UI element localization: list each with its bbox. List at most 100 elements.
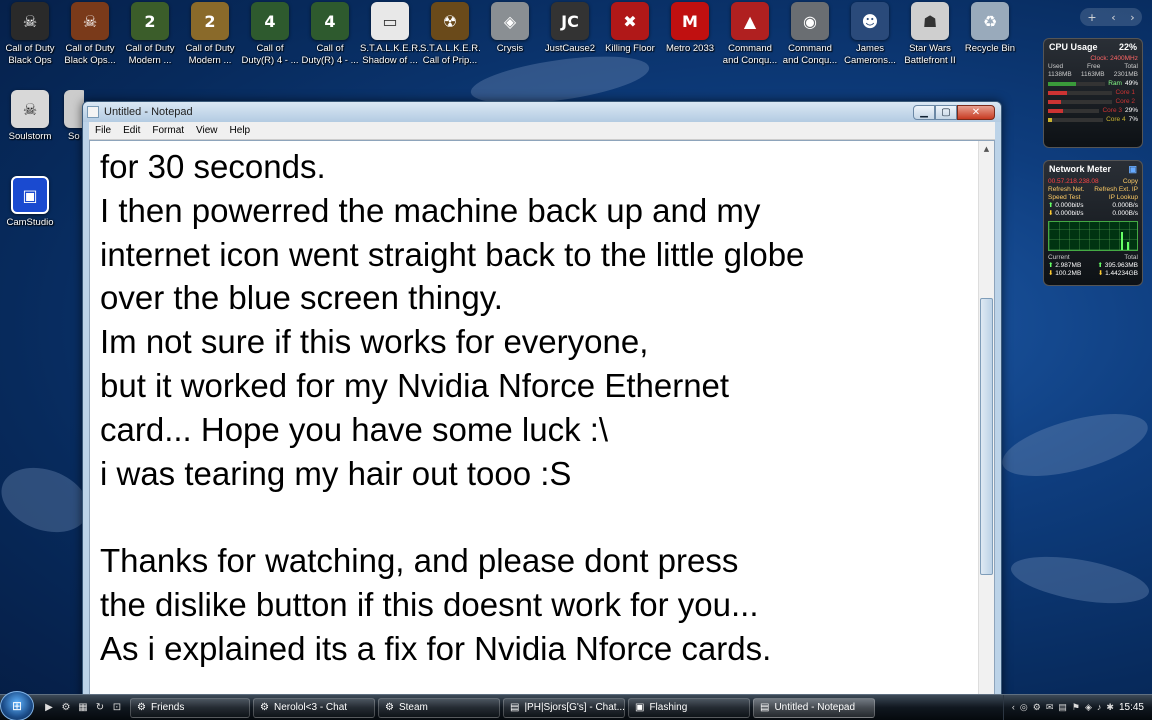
text-line: i was tearing my hair out tooo :S: [100, 454, 572, 492]
menu-help[interactable]: Help: [224, 125, 257, 136]
taskbar-button[interactable]: ⚙ Nerolol<3 - Chat: [253, 697, 375, 718]
notepad-icon: [87, 106, 99, 118]
vertical-scrollbar[interactable]: ▲: [978, 141, 994, 720]
tray-icon[interactable]: ♪: [1097, 702, 1102, 713]
minimize-button[interactable]: ▁: [913, 104, 935, 120]
tray-icon[interactable]: ⚙: [1033, 702, 1041, 713]
mem-free-label: Free: [1087, 63, 1101, 70]
desktop-icon-partial[interactable]: So: [58, 90, 84, 143]
next-icon[interactable]: ›: [1130, 11, 1134, 24]
desktop-icon[interactable]: M Metro 2033: [660, 2, 720, 55]
desktop-icon-label: Call of Duty: [65, 43, 115, 54]
ip-row: 00.57.218.238.08 Copy: [1044, 178, 1142, 186]
close-button[interactable]: ✕: [957, 104, 995, 120]
taskbar-button[interactable]: ▣ Flashing: [628, 697, 750, 718]
desktop-icon[interactable]: ☻ James Camerons...: [840, 2, 900, 67]
cpu-core-row: Core 2: [1044, 97, 1142, 106]
taskbar-button[interactable]: ⚙ Friends: [130, 697, 250, 718]
cpu-usage-gadget[interactable]: CPU Usage 22% Clock: 2400MHz Used Free T…: [1043, 38, 1143, 148]
desktop-icon[interactable]: ♻ Recycle Bin: [960, 2, 1020, 55]
notepad-window[interactable]: Untitled - Notepad ▁ ▢ ✕ File Edit Forma…: [82, 101, 1002, 720]
notepad-titlebar[interactable]: Untitled - Notepad ▁ ▢ ✕: [83, 102, 1001, 122]
desktop-icon-label: Call of Duty: [5, 43, 55, 54]
speed-row: Speed Test IP Lookup: [1044, 194, 1142, 202]
download-rate-row: ⬇ 0.000bit/s 0.000B/s: [1048, 210, 1138, 217]
refresh-net-link[interactable]: Refresh Net.: [1048, 186, 1085, 194]
quick-launch-icon[interactable]: ▶: [42, 701, 56, 715]
quick-launch-icon[interactable]: ⊡: [110, 701, 124, 715]
tray-icon[interactable]: ◎: [1020, 702, 1028, 713]
tray-icon[interactable]: ✉: [1046, 702, 1054, 713]
app-icon: M: [671, 2, 709, 40]
taskbar-button[interactable]: ▤ |PH|Sjors[G's] - Chat...: [503, 697, 625, 718]
text-line: Im not sure if this works for everyone,: [100, 323, 649, 361]
cpu-gadget-header: CPU Usage 22%: [1044, 39, 1142, 55]
tray-icon[interactable]: ⚑: [1072, 702, 1080, 713]
add-gadget-icon[interactable]: +: [1087, 11, 1096, 24]
maximize-button[interactable]: ▢: [935, 104, 957, 120]
tray-icon[interactable]: ▤: [1058, 702, 1067, 713]
desktop-icon[interactable]: 4 Call of Duty(R) 4 - ...: [300, 2, 360, 67]
previous-icon[interactable]: ‹: [1111, 11, 1115, 24]
speed-test-link[interactable]: Speed Test: [1048, 194, 1080, 202]
menu-format[interactable]: Format: [146, 125, 190, 136]
text-line: As i explained its a fix for Nvidia Nfor…: [100, 629, 772, 667]
text-line: card... Hope you have some luck :\: [100, 410, 609, 448]
clock[interactable]: 15:45: [1119, 702, 1144, 713]
sidebar-gadget-controls: + ‹ ›: [1080, 8, 1142, 26]
totals-up: ⬆ 2.987MB ⬆ 395.963MB: [1048, 262, 1138, 269]
desktop-icon[interactable]: JC JustCause2: [540, 2, 600, 55]
desktop-icon[interactable]: ✖ Killing Floor: [600, 2, 660, 55]
desktop-icon[interactable]: ☗ Star Wars Battlefront II: [900, 2, 960, 67]
partial-icon: [64, 90, 84, 128]
menu-edit[interactable]: Edit: [117, 125, 146, 136]
start-button[interactable]: ⊞: [0, 690, 34, 720]
text-line: [100, 495, 974, 539]
desktop-icon[interactable]: ☠ Call of Duty Black Ops: [0, 2, 60, 67]
cpu-gadget-title: CPU Usage: [1049, 42, 1098, 52]
desktop-icon-label-line2: Black Ops...: [64, 55, 116, 66]
ram-bar: [1048, 81, 1106, 86]
tray-icon[interactable]: ‹: [1012, 702, 1015, 713]
app-icon: ▭: [371, 2, 409, 40]
desktop-icon-label-line2: Battlefront II: [904, 55, 956, 66]
copy-link[interactable]: Copy: [1123, 178, 1138, 186]
network-settings-icon[interactable]: ▣: [1128, 164, 1137, 175]
quick-launch-icon[interactable]: ▦: [76, 701, 90, 715]
app-icon: ◈: [491, 2, 529, 40]
desktop-icon-label-line2: Duty(R) 4 - ...: [301, 55, 359, 66]
network-meter-gadget[interactable]: Network Meter ▣ 00.57.218.238.08 Copy Re…: [1043, 160, 1143, 286]
desktop-icon-soulstorm[interactable]: ☠ Soulstorm: [0, 90, 60, 143]
scroll-thumb[interactable]: [980, 298, 993, 575]
totals-down: ⬇ 100.2MB ⬇ 1.44234GB: [1048, 270, 1138, 277]
desktop-icon[interactable]: 2 Call of Duty Modern ...: [120, 2, 180, 67]
quick-launch-icon[interactable]: ⚙: [59, 701, 73, 715]
desktop-icon[interactable]: ▭ S.T.A.L.K.E.R. Shadow of ...: [360, 2, 420, 67]
taskbar-button[interactable]: ▤ Untitled - Notepad: [753, 697, 875, 718]
desktop-icon-label: CamStudio: [6, 217, 54, 228]
menu-file[interactable]: File: [89, 125, 117, 136]
refresh-ext-ip-link[interactable]: Refresh Ext. IP: [1094, 186, 1138, 194]
scroll-up-icon[interactable]: ▲: [979, 141, 994, 157]
tray-icon[interactable]: ✱: [1106, 702, 1114, 713]
upload-rate-bytes: 0.000B/s: [1112, 202, 1138, 209]
taskbar-app-icon: ⚙: [260, 702, 269, 713]
desktop-icon[interactable]: ◈ Crysis: [480, 2, 540, 55]
taskbar-button[interactable]: ⚙ Steam: [378, 697, 500, 718]
text-line: for 30 seconds.: [100, 148, 326, 185]
text-area[interactable]: for 30 seconds. I then powerred the machi…: [89, 140, 995, 720]
tray-icon[interactable]: ◈: [1085, 702, 1092, 713]
total-label: Total: [1124, 254, 1138, 261]
ip-lookup-link[interactable]: IP Lookup: [1109, 194, 1138, 202]
quick-launch-icon[interactable]: ↻: [93, 701, 107, 715]
desktop-icon[interactable]: 2 Call of Duty Modern ...: [180, 2, 240, 67]
desktop-icon[interactable]: 4 Call of Duty(R) 4 - ...: [240, 2, 300, 67]
desktop-icon-camstudio[interactable]: ▣ CamStudio: [0, 176, 60, 229]
app-icon: ♻: [971, 2, 1009, 40]
desktop-icon[interactable]: ◉ Command and Conqu...: [780, 2, 840, 67]
desktop-icon[interactable]: ☠ Call of Duty Black Ops...: [60, 2, 120, 67]
desktop-icon[interactable]: ☢ S.T.A.L.K.E.R. Call of Prip...: [420, 2, 480, 67]
desktop-icon[interactable]: ▲ Command and Conqu...: [720, 2, 780, 67]
menu-view[interactable]: View: [190, 125, 224, 136]
current-down: 100.2MB: [1055, 270, 1082, 277]
